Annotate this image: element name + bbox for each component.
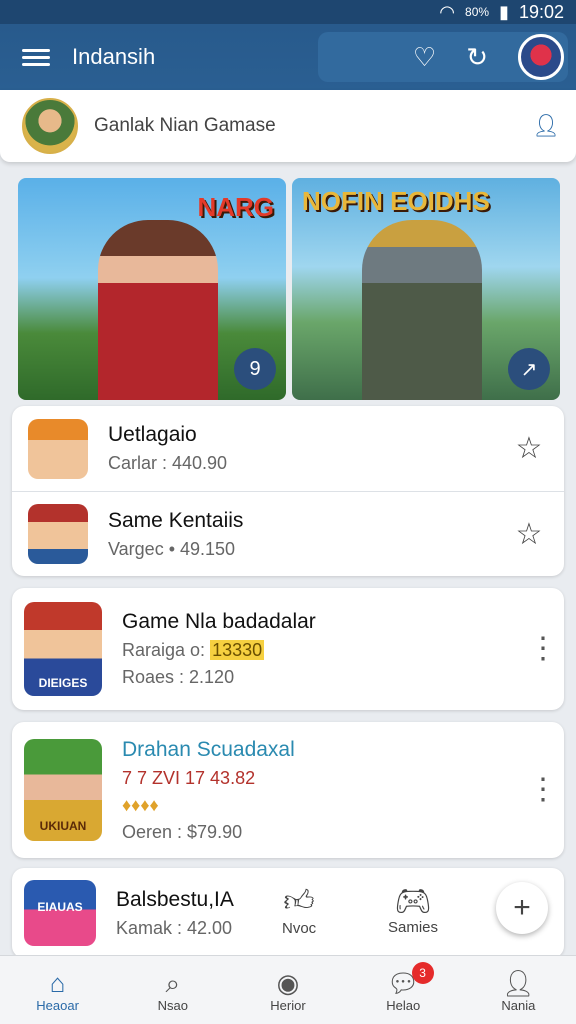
banner-title: NARG xyxy=(197,192,274,222)
nav-label: Nania xyxy=(501,997,536,1013)
banner-card-2[interactable]: NOFIN EOIDHS ↗ xyxy=(292,178,560,400)
game-thumbnail: UKIUAN xyxy=(24,739,102,841)
battery-percent: 80% xyxy=(465,5,490,19)
thumbnail-text: DIEIGES xyxy=(38,676,88,690)
battery-icon: ▮ xyxy=(499,1,509,22)
nav-home[interactable]: ⌂ Heaoar xyxy=(0,956,115,1024)
highlight-value: 13330 xyxy=(210,640,265,660)
status-bar: ◠ 80% ▮ 19:02 xyxy=(0,0,576,24)
app-actions: ♡ ↻ xyxy=(318,32,568,82)
star-icon[interactable]: ☆ xyxy=(494,431,564,466)
search-bar[interactable]: Ganlak Nian Gamase 👤︎ xyxy=(0,90,576,162)
add-button[interactable]: + xyxy=(496,882,548,934)
app-bar: Indansih ♡ ↻ xyxy=(0,24,576,90)
menu-button[interactable] xyxy=(0,24,72,90)
list-item[interactable]: Same Kentaiis Vargec • 49.150 ☆ xyxy=(12,491,564,576)
featured-banners: NARG 9 NOFIN EOIDHS ↗ xyxy=(18,178,560,400)
nav-games[interactable]: ◉ Herior xyxy=(230,956,345,1024)
game-rating-text: 7 7 ZVI 17 43.82 xyxy=(122,767,256,788)
meta-label: Raraiga o: xyxy=(122,640,206,660)
star-outline-icon[interactable]: ☆ xyxy=(494,517,564,552)
nav-messages[interactable]: 💬︎ 3 Helao xyxy=(346,956,461,1024)
character-illustration xyxy=(362,220,482,400)
nav-label: Herior xyxy=(270,997,306,1013)
hamburger-icon xyxy=(22,45,50,70)
game-thumbnail xyxy=(28,418,88,479)
thumbnail-text: EIAUAS xyxy=(37,900,83,914)
bottom-navigation: ⌂ Heaoar ⌕ Nsao ◉ Herior 💬︎ 3 Helao 👤︎ N… xyxy=(0,955,576,1024)
rating-icons: ♦♦♦♦ xyxy=(122,794,159,815)
banner-title: NOFIN EOIDHS xyxy=(302,186,490,216)
game-title: Game Nla badadalar xyxy=(122,610,316,633)
game-card[interactable]: DIEIGES Game Nla badadalar Raraiga o: 13… xyxy=(12,588,564,710)
notification-badge: 3 xyxy=(411,962,434,984)
home-icon: ⌂ xyxy=(49,967,66,998)
nav-label: Heaoar xyxy=(36,997,79,1013)
controller-icon: ◉ xyxy=(276,967,300,998)
list-item[interactable]: Uetlagaio Carlar : 440.90 ☆ xyxy=(12,406,564,491)
profile-avatar[interactable] xyxy=(518,34,564,80)
game-list-card: Uetlagaio Carlar : 440.90 ☆ Same Kentaii… xyxy=(12,406,564,576)
character-illustration xyxy=(98,220,218,400)
item-subtitle: Vargec • 49.150 xyxy=(108,538,236,559)
nav-profile[interactable]: 👤︎ Nania xyxy=(461,956,576,1024)
banner-badge[interactable]: 9 xyxy=(234,348,276,390)
thumbnail-text: UKIUAN xyxy=(39,819,87,833)
clock: 19:02 xyxy=(518,1,564,22)
item-subtitle: Carlar : 440.90 xyxy=(108,453,228,473)
banner-badge[interactable]: ↗ xyxy=(508,348,550,390)
like-action[interactable]: 👍︎ Nvoc xyxy=(282,884,316,937)
gamepad-icon: 🎮︎ xyxy=(393,885,433,918)
game-card[interactable]: UKIUAN Drahan Scuadaxal 7 7 ZVI 17 43.82… xyxy=(12,722,564,858)
game-price: Oeren : $79.90 xyxy=(122,821,243,842)
games-action[interactable]: 🎮︎ Samies xyxy=(388,884,438,936)
person-icon: 👤︎ xyxy=(501,967,535,998)
game-row[interactable]: UKIUAN Drahan Scuadaxal 7 7 ZVI 17 43.82… xyxy=(12,722,564,858)
item-title: Same Kentaiis xyxy=(108,508,244,532)
action-label: Samies xyxy=(388,919,439,936)
game-stat: Roaes : 2.120 xyxy=(122,667,235,687)
nav-label: Helao xyxy=(386,997,421,1013)
game-row[interactable]: DIEIGES Game Nla badadalar Raraiga o: 13… xyxy=(12,588,564,710)
heart-icon[interactable]: ♡ xyxy=(413,42,436,73)
game-title: Drahan Scuadaxal xyxy=(122,737,295,761)
thumbs-up-icon: 👍︎ xyxy=(283,885,315,918)
wifi-icon: ◠ xyxy=(439,1,456,22)
game-thumbnail: DIEIGES xyxy=(24,602,102,696)
user-icon[interactable]: 👤︎ xyxy=(516,113,576,139)
game-stat: Kamak : 42.00 xyxy=(116,917,233,938)
game-thumbnail xyxy=(28,504,88,564)
user-avatar[interactable] xyxy=(22,98,78,154)
game-meta: Raraiga o: 13330 xyxy=(122,640,564,661)
action-label: Nvoc xyxy=(282,920,317,937)
app-title: Indansih xyxy=(72,44,156,69)
refresh-icon[interactable]: ↻ xyxy=(466,42,488,73)
banner-card-1[interactable]: NARG 9 xyxy=(18,178,286,400)
game-thumbnail: EIAUAS xyxy=(24,880,96,946)
item-title: Uetlagaio xyxy=(108,423,197,446)
nav-label: Nsao xyxy=(157,997,188,1013)
nav-search[interactable]: ⌕ Nsao xyxy=(115,956,230,1024)
search-icon: ⌕ xyxy=(165,967,181,998)
more-vert-icon[interactable]: ⋮ xyxy=(528,634,558,664)
more-vert-icon[interactable]: ⋮ xyxy=(528,775,558,805)
search-text[interactable]: Ganlak Nian Gamase xyxy=(94,115,516,137)
